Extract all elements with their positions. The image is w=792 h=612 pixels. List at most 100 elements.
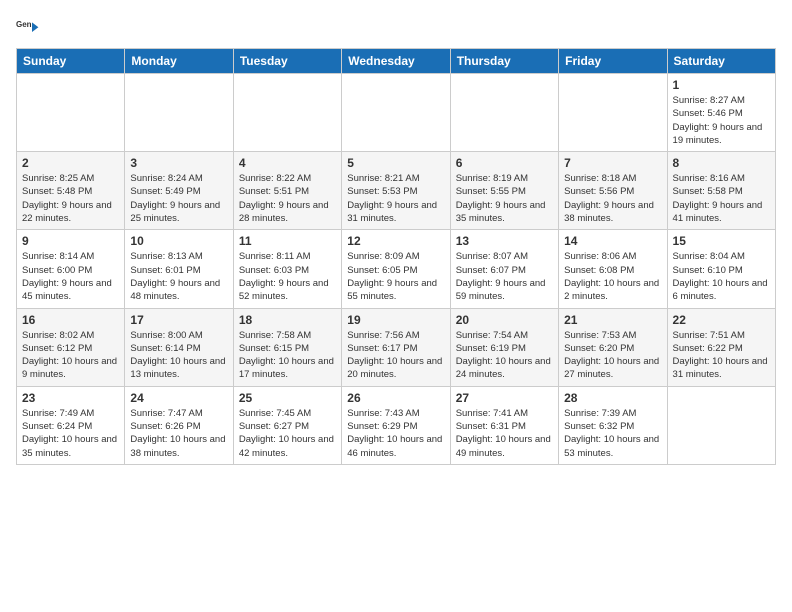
calendar-cell [450,74,558,152]
calendar-cell: 21 Sunrise: 7:53 AM Sunset: 6:20 PM Dayli… [559,308,667,386]
day-info: Sunrise: 7:43 AM Sunset: 6:29 PM Dayligh… [347,407,444,460]
day-number: 13 [456,234,553,248]
calendar-header: SundayMondayTuesdayWednesdayThursdayFrid… [17,49,776,74]
calendar-cell: 10 Sunrise: 8:13 AM Sunset: 6:01 PM Dayli… [125,230,233,308]
calendar-cell [342,74,450,152]
day-info: Sunrise: 7:51 AM Sunset: 6:22 PM Dayligh… [673,329,770,382]
weekday-header: Sunday [17,49,125,74]
day-number: 20 [456,313,553,327]
calendar-cell: 27 Sunrise: 7:41 AM Sunset: 6:31 PM Dayli… [450,386,558,464]
day-info: Sunrise: 8:14 AM Sunset: 6:00 PM Dayligh… [22,250,119,303]
calendar-cell: 9 Sunrise: 8:14 AM Sunset: 6:00 PM Daylig… [17,230,125,308]
calendar-cell: 1 Sunrise: 8:27 AM Sunset: 5:46 PM Daylig… [667,74,775,152]
calendar-cell: 16 Sunrise: 8:02 AM Sunset: 6:12 PM Dayli… [17,308,125,386]
calendar-week-row: 2Sunrise: 8:25 AM Sunset: 5:48 PM Daylig… [17,152,776,230]
day-info: Sunrise: 7:58 AM Sunset: 6:15 PM Dayligh… [239,329,336,382]
calendar-cell: 23 Sunrise: 7:49 AM Sunset: 6:24 PM Dayli… [17,386,125,464]
day-number: 21 [564,313,661,327]
header-row: SundayMondayTuesdayWednesdayThursdayFrid… [17,49,776,74]
day-number: 3 [130,156,227,170]
day-info: Sunrise: 7:49 AM Sunset: 6:24 PM Dayligh… [22,407,119,460]
calendar-week-row: 9 Sunrise: 8:14 AM Sunset: 6:00 PM Daylig… [17,230,776,308]
day-number: 22 [673,313,770,327]
calendar-cell: 6 Sunrise: 8:19 AM Sunset: 5:55 PM Daylig… [450,152,558,230]
day-info: Sunrise: 8:19 AM Sunset: 5:55 PM Dayligh… [456,172,553,225]
day-number: 10 [130,234,227,248]
weekday-header: Thursday [450,49,558,74]
logo: Gen [16,16,44,40]
logo-icon: Gen [16,16,40,40]
header: Gen [16,16,776,40]
calendar-cell [125,74,233,152]
day-info: Sunrise: 7:41 AM Sunset: 6:31 PM Dayligh… [456,407,553,460]
calendar-cell [17,74,125,152]
day-number: 15 [673,234,770,248]
day-number: 4 [239,156,336,170]
day-info: Sunrise: 8:00 AM Sunset: 6:14 PM Dayligh… [130,329,227,382]
day-number: 25 [239,391,336,405]
day-number: 23 [22,391,119,405]
day-info: Sunrise: 8:04 AM Sunset: 6:10 PM Dayligh… [673,250,770,303]
calendar-cell: 19Sunrise: 7:56 AM Sunset: 6:17 PM Dayli… [342,308,450,386]
calendar-cell: 26Sunrise: 7:43 AM Sunset: 6:29 PM Dayli… [342,386,450,464]
day-info: Sunrise: 8:18 AM Sunset: 5:56 PM Dayligh… [564,172,661,225]
calendar-cell: 11 Sunrise: 8:11 AM Sunset: 6:03 PM Dayli… [233,230,341,308]
calendar-cell: 18 Sunrise: 7:58 AM Sunset: 6:15 PM Dayli… [233,308,341,386]
day-number: 1 [673,78,770,92]
day-info: Sunrise: 8:27 AM Sunset: 5:46 PM Dayligh… [673,94,770,147]
day-number: 24 [130,391,227,405]
calendar-cell [667,386,775,464]
day-number: 7 [564,156,661,170]
day-number: 14 [564,234,661,248]
day-info: Sunrise: 8:09 AM Sunset: 6:05 PM Dayligh… [347,250,444,303]
day-info: Sunrise: 8:06 AM Sunset: 6:08 PM Dayligh… [564,250,661,303]
calendar-cell: 24 Sunrise: 7:47 AM Sunset: 6:26 PM Dayli… [125,386,233,464]
day-info: Sunrise: 7:54 AM Sunset: 6:19 PM Dayligh… [456,329,553,382]
calendar-cell: 5Sunrise: 8:21 AM Sunset: 5:53 PM Daylig… [342,152,450,230]
calendar-cell: 20 Sunrise: 7:54 AM Sunset: 6:19 PM Dayli… [450,308,558,386]
day-info: Sunrise: 7:45 AM Sunset: 6:27 PM Dayligh… [239,407,336,460]
day-info: Sunrise: 8:11 AM Sunset: 6:03 PM Dayligh… [239,250,336,303]
day-info: Sunrise: 8:16 AM Sunset: 5:58 PM Dayligh… [673,172,770,225]
calendar-cell: 13 Sunrise: 8:07 AM Sunset: 6:07 PM Dayli… [450,230,558,308]
day-number: 6 [456,156,553,170]
weekday-header: Tuesday [233,49,341,74]
calendar-cell: 28 Sunrise: 7:39 AM Sunset: 6:32 PM Dayli… [559,386,667,464]
day-number: 12 [347,234,444,248]
weekday-header: Saturday [667,49,775,74]
day-number: 2 [22,156,119,170]
day-number: 18 [239,313,336,327]
calendar-body: 1 Sunrise: 8:27 AM Sunset: 5:46 PM Daylig… [17,74,776,465]
calendar-table: SundayMondayTuesdayWednesdayThursdayFrid… [16,48,776,465]
day-number: 11 [239,234,336,248]
calendar-cell: 15 Sunrise: 8:04 AM Sunset: 6:10 PM Dayli… [667,230,775,308]
weekday-header: Wednesday [342,49,450,74]
calendar-week-row: 1 Sunrise: 8:27 AM Sunset: 5:46 PM Daylig… [17,74,776,152]
calendar-cell [559,74,667,152]
day-number: 19 [347,313,444,327]
calendar-cell: 7 Sunrise: 8:18 AM Sunset: 5:56 PM Daylig… [559,152,667,230]
day-number: 28 [564,391,661,405]
day-info: Sunrise: 7:53 AM Sunset: 6:20 PM Dayligh… [564,329,661,382]
day-number: 16 [22,313,119,327]
calendar-cell: 12 Sunrise: 8:09 AM Sunset: 6:05 PM Dayli… [342,230,450,308]
weekday-header: Monday [125,49,233,74]
day-number: 27 [456,391,553,405]
day-info: Sunrise: 8:22 AM Sunset: 5:51 PM Dayligh… [239,172,336,225]
day-info: Sunrise: 8:13 AM Sunset: 6:01 PM Dayligh… [130,250,227,303]
calendar-cell: 14 Sunrise: 8:06 AM Sunset: 6:08 PM Dayli… [559,230,667,308]
calendar-cell: 8Sunrise: 8:16 AM Sunset: 5:58 PM Daylig… [667,152,775,230]
day-info: Sunrise: 7:39 AM Sunset: 6:32 PM Dayligh… [564,407,661,460]
calendar-cell: 25 Sunrise: 7:45 AM Sunset: 6:27 PM Dayli… [233,386,341,464]
day-number: 5 [347,156,444,170]
day-info: Sunrise: 8:07 AM Sunset: 6:07 PM Dayligh… [456,250,553,303]
calendar-cell: 17Sunrise: 8:00 AM Sunset: 6:14 PM Dayli… [125,308,233,386]
day-info: Sunrise: 8:02 AM Sunset: 6:12 PM Dayligh… [22,329,119,382]
day-info: Sunrise: 8:24 AM Sunset: 5:49 PM Dayligh… [130,172,227,225]
calendar-week-row: 23 Sunrise: 7:49 AM Sunset: 6:24 PM Dayli… [17,386,776,464]
calendar-week-row: 16 Sunrise: 8:02 AM Sunset: 6:12 PM Dayli… [17,308,776,386]
weekday-header: Friday [559,49,667,74]
day-info: Sunrise: 7:47 AM Sunset: 6:26 PM Dayligh… [130,407,227,460]
calendar-cell: 3 Sunrise: 8:24 AM Sunset: 5:49 PM Daylig… [125,152,233,230]
day-number: 9 [22,234,119,248]
